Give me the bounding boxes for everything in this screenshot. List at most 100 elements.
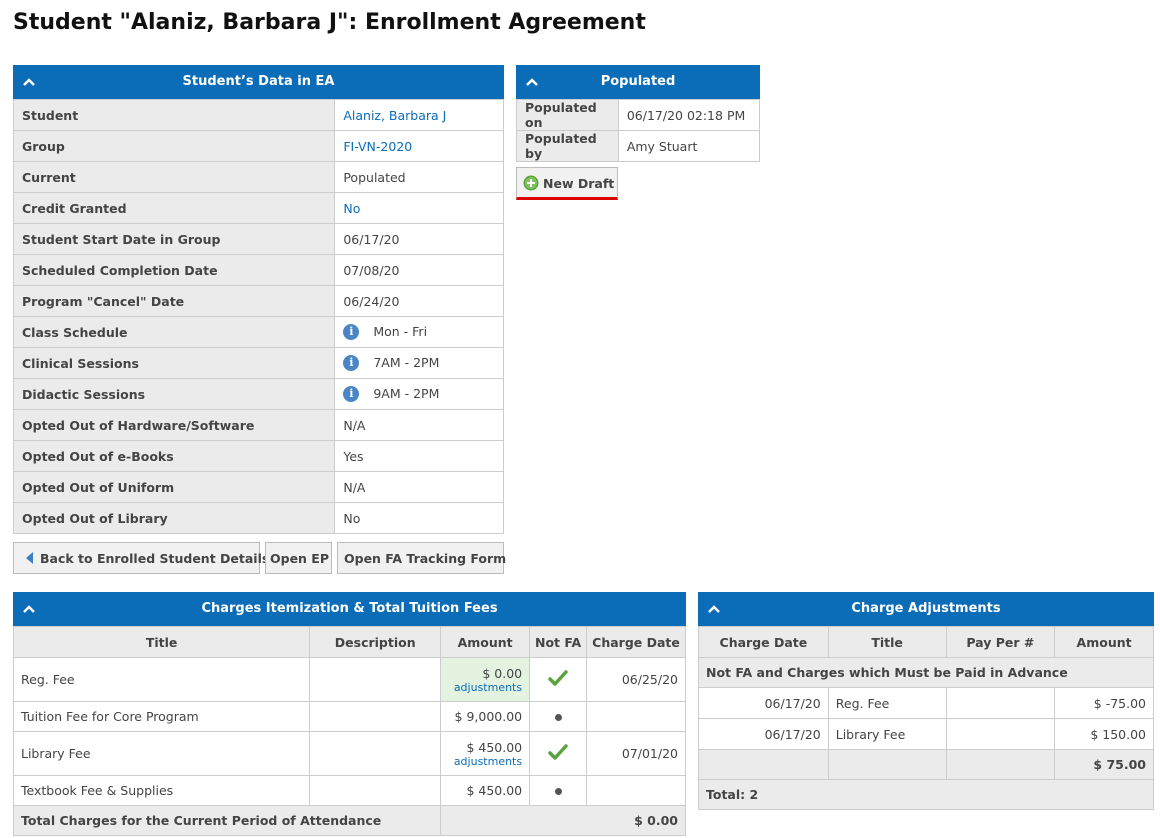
student-data-value: i 7AM - 2PM	[334, 347, 504, 379]
charge-amount: $ 450.00	[466, 739, 523, 755]
student-data-row: Opted Out of Uniform N/A	[12, 471, 504, 503]
student-data-panel-header[interactable]: Student’s Data in EA	[13, 65, 504, 99]
populated-table: Populated on 06/17/20 02:18 PM Populated b…	[516, 99, 761, 162]
student-data-text: No	[343, 510, 361, 526]
student-data-label: Student Start Date in Group	[12, 223, 336, 255]
student-data-value: 07/08/20	[334, 254, 504, 286]
student-data-value[interactable]: No	[334, 192, 504, 224]
collapse-caret-icon[interactable]	[23, 605, 35, 613]
info-icon[interactable]: i	[343, 386, 360, 403]
charge-not-fa	[529, 701, 588, 732]
col-description[interactable]: Description	[309, 626, 442, 658]
populated-panel-title: Populated	[600, 74, 676, 89]
adjustments-panel-title: Charge Adjustments	[851, 601, 1001, 616]
col-adj-pay-per[interactable]: Pay Per #	[945, 626, 1056, 658]
student-data-link[interactable]: No	[343, 201, 360, 216]
charge-row: Library Fee $ 450.00 adjustments 07/01/20	[12, 731, 686, 776]
dot-icon	[554, 788, 562, 795]
student-data-row: Didactic Sessions i 9AM - 2PM	[12, 378, 504, 410]
col-adj-title[interactable]: Title	[827, 626, 947, 658]
charge-amount-cell: $ 450.00	[440, 775, 531, 806]
back-to-enrolled-student-button[interactable]: Back to Enrolled Student Details	[13, 542, 269, 574]
charge-amount: $ 9,000.00	[454, 709, 523, 724]
charges-panel-title: Charges Itemization & Total Tuition Fees	[201, 601, 498, 616]
student-data-row: Credit Granted No	[12, 192, 504, 224]
adjustments-link[interactable]: adjustments	[448, 681, 522, 694]
adjustments-header-row: Charge Date Title Pay Per # Amount	[698, 626, 1154, 658]
info-icon[interactable]: i	[343, 324, 360, 341]
student-data-value: 06/17/20	[334, 223, 504, 255]
student-data-text: Yes	[343, 448, 364, 464]
col-not-fa[interactable]: Not FA	[529, 626, 588, 658]
student-data-row: Opted Out of Hardware/Software N/A	[12, 409, 504, 441]
collapse-caret-icon[interactable]	[708, 605, 720, 613]
collapse-caret-icon[interactable]	[23, 78, 35, 86]
open-fa-tracking-form-button[interactable]: Open FA Tracking Form	[337, 542, 506, 574]
student-data-row: Opted Out of e-Books Yes	[12, 440, 504, 472]
student-data-label: Clinical Sessions	[12, 347, 336, 379]
charge-amount: $ 450.00	[466, 783, 523, 798]
open-ep-button[interactable]: Open EP	[265, 542, 332, 574]
adjustment-pay-per	[945, 718, 1056, 750]
new-draft-button[interactable]: New Draft	[516, 167, 618, 200]
charge-date: 07/01/20	[586, 731, 686, 776]
charge-row: Tuition Fee for Core Program $ 9,000.00	[12, 701, 686, 732]
dot-icon	[554, 714, 562, 721]
student-data-value[interactable]: FI-VN-2020	[334, 130, 504, 162]
subtotal-empty-cell	[827, 749, 947, 780]
student-data-value: Populated	[334, 161, 504, 193]
new-draft-label: New Draft	[543, 176, 615, 191]
student-data-link[interactable]: Alaniz, Barbara J	[343, 108, 446, 123]
populated-label: Populated on	[516, 99, 619, 131]
plus-circle-icon	[523, 175, 539, 191]
student-data-panel-title: Student’s Data in EA	[182, 74, 335, 89]
back-button-label: Back to Enrolled Student Details	[40, 551, 270, 566]
adjustment-pay-per	[945, 687, 1056, 719]
student-data-row: Program "Cancel" Date 06/24/20	[12, 285, 504, 317]
col-adj-amount[interactable]: Amount	[1054, 626, 1154, 658]
student-data-text: 9AM - 2PM	[373, 385, 440, 401]
student-data-label: Opted Out of e-Books	[12, 440, 336, 472]
student-data-link[interactable]: FI-VN-2020	[343, 139, 412, 154]
charges-panel: Charges Itemization & Total Tuition Fees…	[12, 592, 686, 836]
student-data-value: N/A	[334, 409, 504, 441]
charge-description	[309, 731, 442, 776]
charge-title: Library Fee	[12, 731, 311, 776]
col-amount[interactable]: Amount	[440, 626, 531, 658]
adjustments-table: Charge Date Title Pay Per # Amount Not F…	[698, 626, 1154, 810]
charge-date	[586, 701, 686, 732]
student-data-value: N/A	[334, 471, 504, 503]
populated-label: Populated by	[516, 130, 619, 162]
col-adj-charge-date[interactable]: Charge Date	[698, 626, 829, 658]
charges-panel-header[interactable]: Charges Itemization & Total Tuition Fees	[13, 592, 686, 626]
charge-not-fa	[529, 657, 588, 702]
adjustments-subtotal: $ 75.00	[1054, 749, 1154, 780]
adjustment-amount: $ -75.00	[1054, 687, 1154, 719]
populated-panel-header[interactable]: Populated	[516, 65, 760, 99]
student-data-text: Populated	[343, 169, 406, 185]
student-data-label: Opted Out of Hardware/Software	[12, 409, 336, 441]
student-data-value[interactable]: Alaniz, Barbara J	[334, 99, 504, 131]
charge-row: Reg. Fee $ 0.00 adjustments 06/25/20	[12, 657, 686, 702]
student-data-row: Group FI-VN-2020	[12, 130, 504, 162]
adjustments-link[interactable]: adjustments	[448, 755, 522, 768]
student-data-text: 7AM - 2PM	[373, 354, 440, 370]
collapse-caret-icon[interactable]	[526, 78, 538, 86]
adjustment-row: 06/17/20 Reg. Fee $ -75.00	[698, 687, 1154, 719]
checkmark-icon	[548, 670, 568, 686]
charge-not-fa	[529, 775, 588, 806]
student-data-label: Opted Out of Uniform	[12, 471, 336, 503]
adjustments-panel-header[interactable]: Charge Adjustments	[698, 592, 1154, 626]
adjustment-title: Library Fee	[827, 718, 947, 750]
charge-amount-cell: $ 9,000.00	[440, 701, 531, 732]
charges-total-row: Total Charges for the Current Period of …	[12, 805, 686, 836]
info-icon[interactable]: i	[343, 355, 360, 372]
col-charge-date[interactable]: Charge Date	[586, 626, 686, 658]
charge-adjustments-panel: Charge Adjustments Charge Date Title Pay…	[698, 592, 1154, 810]
subtotal-empty-cell	[698, 749, 829, 780]
col-title[interactable]: Title	[12, 626, 311, 658]
charge-amount-cell: $ 450.00 adjustments	[440, 731, 531, 776]
student-data-text: N/A	[343, 479, 366, 495]
charges-total-value: $ 0.00	[440, 805, 686, 836]
charge-title: Tuition Fee for Core Program	[12, 701, 311, 732]
